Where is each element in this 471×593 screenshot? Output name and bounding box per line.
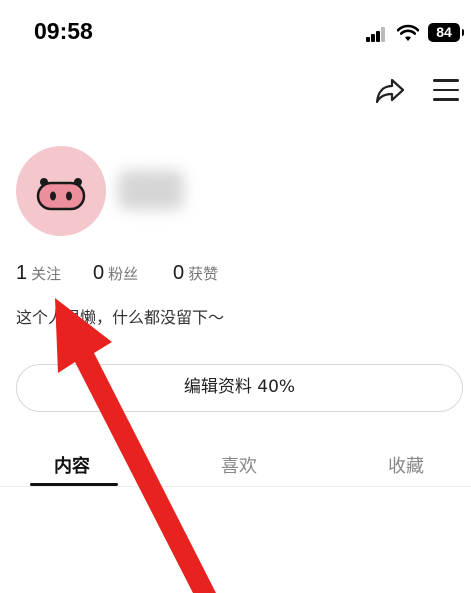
pig-face-icon bbox=[36, 178, 86, 211]
stat-likes-label: 获赞 bbox=[188, 265, 219, 283]
stat-following-value: 1 bbox=[16, 262, 28, 284]
menu-icon[interactable] bbox=[433, 79, 459, 101]
tab-favorites[interactable]: 收藏 bbox=[388, 452, 424, 478]
stat-following[interactable]: 1 关注 bbox=[16, 262, 61, 285]
wifi-icon bbox=[397, 24, 419, 41]
stat-followers[interactable]: 0 粉丝 bbox=[93, 262, 138, 285]
status-bar: 09:58 84 bbox=[0, 0, 471, 66]
status-time: 09:58 bbox=[34, 18, 93, 44]
avatar[interactable] bbox=[16, 146, 106, 236]
cellular-signal-icon bbox=[366, 27, 386, 42]
battery-indicator: 84 bbox=[428, 23, 464, 42]
active-tab-indicator bbox=[30, 483, 118, 486]
tab-likes[interactable]: 喜欢 bbox=[221, 452, 257, 478]
stat-followers-label: 粉丝 bbox=[108, 265, 139, 283]
tab-content[interactable]: 内容 bbox=[54, 452, 90, 478]
username-redacted bbox=[118, 170, 184, 210]
content-tabs: 内容 喜欢 收藏 bbox=[0, 440, 471, 487]
stat-likes-value: 0 bbox=[173, 262, 185, 284]
stat-likes[interactable]: 0 获赞 bbox=[173, 262, 218, 285]
stat-following-label: 关注 bbox=[31, 265, 62, 283]
edit-profile-button[interactable]: 编辑资料 40% bbox=[16, 364, 463, 412]
stat-followers-value: 0 bbox=[93, 262, 105, 284]
share-icon[interactable] bbox=[375, 78, 405, 104]
profile-bio: 这个人很懒，什么都没留下～ bbox=[16, 308, 225, 327]
